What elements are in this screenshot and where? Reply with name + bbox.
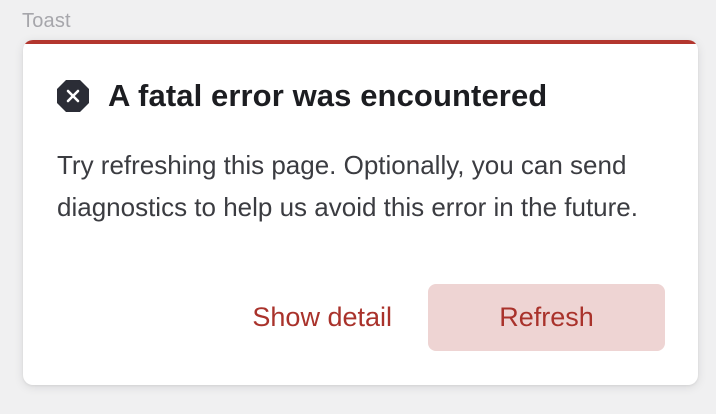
- error-octagon-icon: [56, 79, 90, 113]
- refresh-button[interactable]: Refresh: [428, 284, 665, 351]
- show-detail-button[interactable]: Show detail: [252, 284, 392, 351]
- toast-actions: Show detail Refresh: [252, 284, 665, 351]
- toast-header: A fatal error was encountered: [56, 78, 547, 114]
- toast-title: A fatal error was encountered: [108, 78, 548, 113]
- toast-message: Try refreshing this page. Optionally, yo…: [57, 150, 638, 222]
- section-label: Toast: [22, 10, 71, 32]
- error-toast: A fatal error was encountered Try refres…: [23, 40, 698, 385]
- toast-accent-bar: [23, 40, 698, 44]
